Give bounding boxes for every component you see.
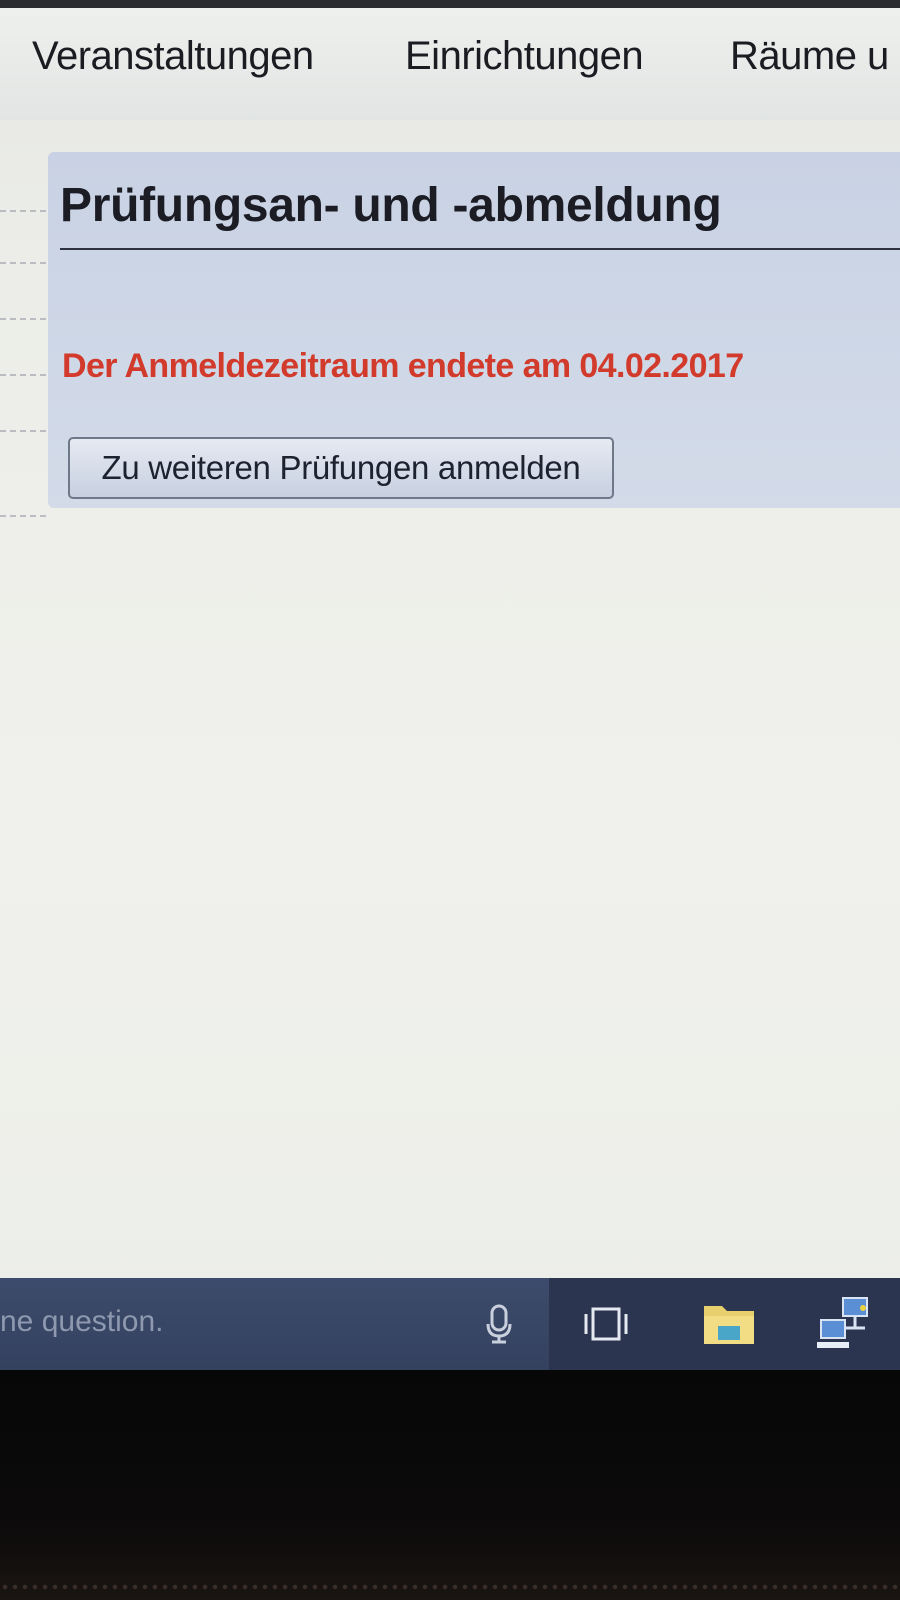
nav-item-raeume[interactable]: Räume u (730, 34, 889, 79)
title-divider (60, 248, 900, 250)
task-view-icon[interactable] (582, 1304, 630, 1344)
main-navigation: Veranstaltungen Einrichtungen Räume u (0, 8, 900, 120)
bezel-texture (0, 1582, 900, 1592)
nav-item-veranstaltungen[interactable]: Veranstaltungen (32, 34, 314, 79)
panel-title: Prüfungsan- und -abmeldung (60, 179, 722, 232)
cortana-search-box[interactable]: ne question. (0, 1278, 549, 1370)
register-more-exams-button[interactable]: Zu weiteren Prüfungen anmelden (68, 437, 614, 499)
nav-item-einrichtungen[interactable]: Einrichtungen (405, 34, 644, 79)
windows-taskbar: ne question. (0, 1278, 900, 1370)
window-top-edge (0, 0, 900, 8)
search-placeholder: ne question. (0, 1305, 164, 1338)
network-icon[interactable] (815, 1294, 875, 1352)
microphone-icon[interactable] (484, 1304, 514, 1344)
registration-closed-message: Der Anmeldezeitraum endete am 04.02.2017 (62, 347, 744, 385)
file-explorer-icon[interactable] (702, 1300, 756, 1346)
browser-viewport: Veranstaltungen Einrichtungen Räume u Pr… (0, 0, 900, 1370)
sidebar-dashed-lines (0, 210, 48, 540)
exam-registration-panel: Prüfungsan- und -abmeldung Der Anmeldeze… (48, 152, 900, 508)
monitor-bezel (0, 1370, 900, 1600)
